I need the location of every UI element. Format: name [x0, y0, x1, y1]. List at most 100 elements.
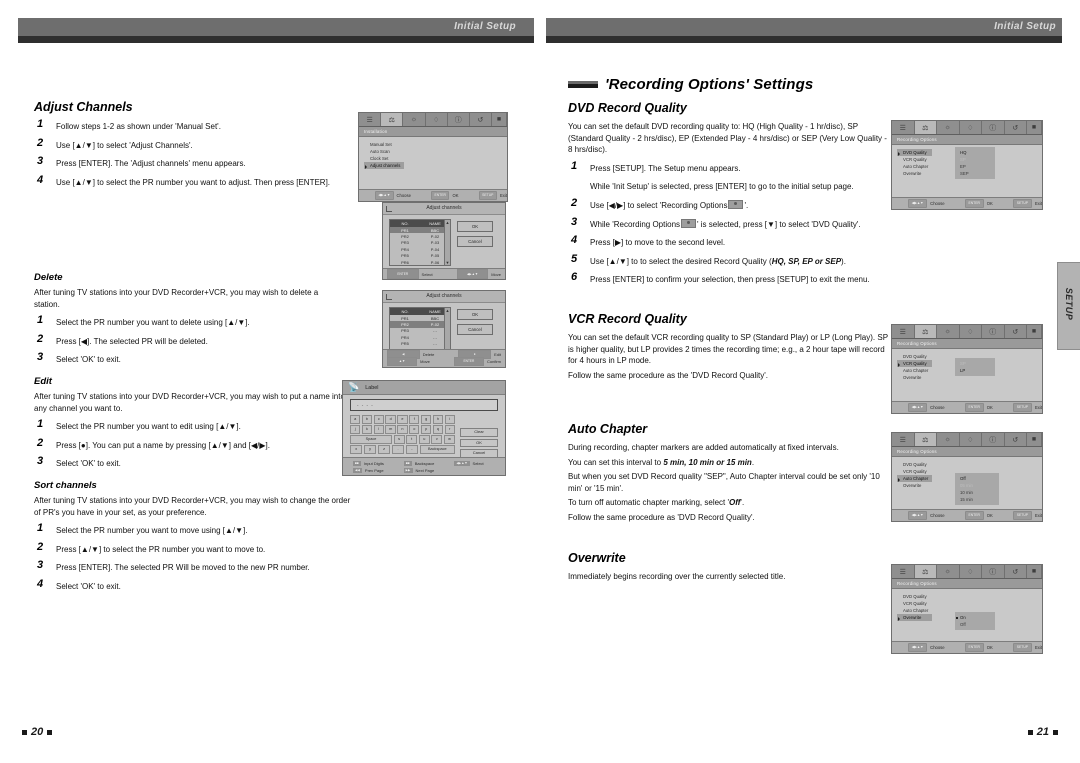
scrollbar[interactable]: ▲ ▼: [444, 308, 450, 354]
key-j[interactable]: j: [350, 425, 361, 434]
key-space[interactable]: Space: [350, 435, 393, 444]
key-z[interactable]: z: [377, 445, 391, 454]
keyboard-side-buttons: Clear OK Cancel: [460, 415, 498, 458]
key-period[interactable]: .: [391, 445, 405, 454]
menu-item-clock-set[interactable]: Clock Set: [364, 155, 404, 162]
key-l[interactable]: l: [373, 425, 384, 434]
key-n[interactable]: n: [397, 425, 408, 434]
key-c[interactable]: c: [373, 415, 384, 424]
table-row[interactable]: PR6 P-06: [390, 259, 450, 265]
ok-button[interactable]: OK: [457, 221, 493, 232]
menu-item-overwrite[interactable]: Overwrite: [897, 482, 932, 489]
menu-item-vcr-quality[interactable]: VCR Quality: [897, 468, 932, 475]
intro-sort-channels: After tuning TV stations into your DVD R…: [34, 496, 351, 517]
key-w[interactable]: w: [443, 435, 455, 444]
step-number: 5: [571, 252, 578, 265]
key-q[interactable]: q: [432, 425, 444, 434]
key-o[interactable]: o: [409, 425, 420, 434]
tab-language-icon: ☼: [937, 433, 960, 446]
key-f[interactable]: f: [409, 415, 420, 424]
submenu-item-sp[interactable]: SP: [955, 360, 995, 367]
key-k[interactable]: k: [361, 425, 373, 434]
submenu-item-off[interactable]: Off: [955, 621, 995, 628]
key-b[interactable]: b: [361, 415, 373, 424]
table-row[interactable]: PR4 P-04: [390, 246, 450, 252]
key-a[interactable]: a: [350, 415, 361, 424]
key-p[interactable]: p: [420, 425, 432, 434]
key-hyphen[interactable]: -: [405, 445, 419, 454]
menu-item-overwrite[interactable]: Overwrite: [897, 614, 933, 621]
submenu-item-10min[interactable]: 10 min: [955, 489, 999, 496]
key-r[interactable]: r: [444, 425, 455, 434]
key-e[interactable]: e: [397, 415, 408, 424]
submenu-item-ep[interactable]: EP: [955, 163, 995, 170]
key-v[interactable]: v: [431, 435, 443, 444]
menu-item-manual-set[interactable]: Manual Set: [364, 141, 404, 148]
setup-side-tab[interactable]: SETUP: [1057, 262, 1080, 350]
key-x[interactable]: x: [350, 445, 363, 454]
menu-item-vcr-quality[interactable]: VCR Quality: [897, 156, 932, 163]
submenu-item-15min[interactable]: 15 min: [955, 496, 999, 503]
menu-item-overwrite[interactable]: Overwrite: [897, 374, 932, 381]
menu-item-dvd-quality[interactable]: DVD Quality: [897, 149, 933, 156]
ok-button[interactable]: OK: [460, 438, 498, 447]
key-t[interactable]: t: [406, 435, 418, 444]
menu-item-vcr-quality[interactable]: VCR Quality: [897, 360, 933, 367]
submenu-item-sp[interactable]: SP: [955, 156, 995, 163]
table-row[interactable]: PR3 P-03: [390, 240, 450, 246]
menu-item-auto-chapter[interactable]: Auto Chapter: [897, 163, 932, 170]
key-backspace[interactable]: Backspace: [419, 445, 455, 454]
submenu-item-sep[interactable]: SEP: [955, 170, 995, 177]
scrollbar[interactable]: ▲ ▼: [444, 220, 450, 266]
submenu-item-lp[interactable]: LP: [955, 367, 995, 374]
menu-item-vcr-quality[interactable]: VCR Quality: [897, 600, 932, 607]
scroll-up-icon[interactable]: ▲: [445, 220, 450, 225]
key-d[interactable]: d: [385, 415, 396, 424]
submenu-item-on[interactable]: On: [955, 614, 995, 621]
menu-item-dvd-quality[interactable]: DVD Quality: [897, 461, 932, 468]
step-number: 1: [571, 159, 578, 172]
menu-item-auto-chapter[interactable]: Auto Chapter: [897, 475, 933, 482]
key-s[interactable]: s: [393, 435, 405, 444]
table-row[interactable]: PR1 BBC: [390, 315, 450, 321]
scroll-up-icon[interactable]: ▲: [445, 308, 450, 313]
submenu-item-05min[interactable]: 05 min: [955, 482, 999, 489]
menu-item-dvd-quality[interactable]: DVD Quality: [897, 593, 932, 600]
menu-item-auto-chapter[interactable]: Auto Chapter: [897, 607, 932, 614]
scroll-down-icon[interactable]: ▼: [445, 260, 450, 265]
table-row[interactable]: PR2 P-02: [390, 321, 450, 328]
key-y[interactable]: y: [363, 445, 377, 454]
menu-item-adjust-channels[interactable]: Adjust channels: [364, 162, 405, 169]
table-row[interactable]: PR1 BBC: [390, 227, 450, 234]
cancel-button[interactable]: Cancel: [457, 236, 493, 247]
keyboard-area: a b c d e f g h i j k l m n o p q r Spac…: [343, 411, 505, 458]
table-row[interactable]: PR4- -: [390, 334, 450, 340]
ok-button[interactable]: OK: [457, 309, 493, 320]
clear-button[interactable]: Clear: [460, 428, 498, 437]
table-row[interactable]: PR3- -: [390, 328, 450, 334]
step-item: 2 Press [●]. You can put a name by pressi…: [34, 437, 346, 452]
osd-footer: ◀▶▲▼ Choose ENTER OK SETUP Exit: [892, 401, 1042, 413]
menu-item-dvd-quality[interactable]: DVD Quality: [897, 353, 932, 360]
auto-chapter-line-2: You can set this interval to 5 min, 10 m…: [568, 457, 890, 469]
step-item: 1 Follow steps 1-2 as shown under 'Manual…: [34, 118, 346, 133]
menu-item-auto-chapter[interactable]: Auto Chapter: [897, 367, 932, 374]
tab-info-icon: ⓘ: [982, 121, 1005, 134]
cancel-button[interactable]: Cancel: [457, 324, 493, 335]
key-u[interactable]: u: [418, 435, 430, 444]
table-row[interactable]: PR2 P-02: [390, 233, 450, 239]
submenu-item-off[interactable]: Off: [955, 475, 999, 482]
key-h[interactable]: h: [432, 415, 444, 424]
step-item: 5 Use [▲/▼] to to select the desired Reco…: [568, 252, 888, 268]
key-g[interactable]: g: [420, 415, 432, 424]
menu-item-overwrite[interactable]: Overwrite: [897, 170, 932, 177]
key-m[interactable]: m: [385, 425, 396, 434]
label-input[interactable]: - - - -: [350, 399, 498, 411]
key-i[interactable]: i: [444, 415, 455, 424]
table-row[interactable]: PR5- -: [390, 341, 450, 347]
tab-exit-icon: ■: [1027, 121, 1042, 134]
setup-label: Exit: [1035, 201, 1042, 206]
submenu-item-hq[interactable]: HQ: [955, 149, 995, 156]
table-row[interactable]: PR5 P-05: [390, 253, 450, 259]
menu-item-auto-scan[interactable]: Auto Scan: [364, 148, 404, 155]
